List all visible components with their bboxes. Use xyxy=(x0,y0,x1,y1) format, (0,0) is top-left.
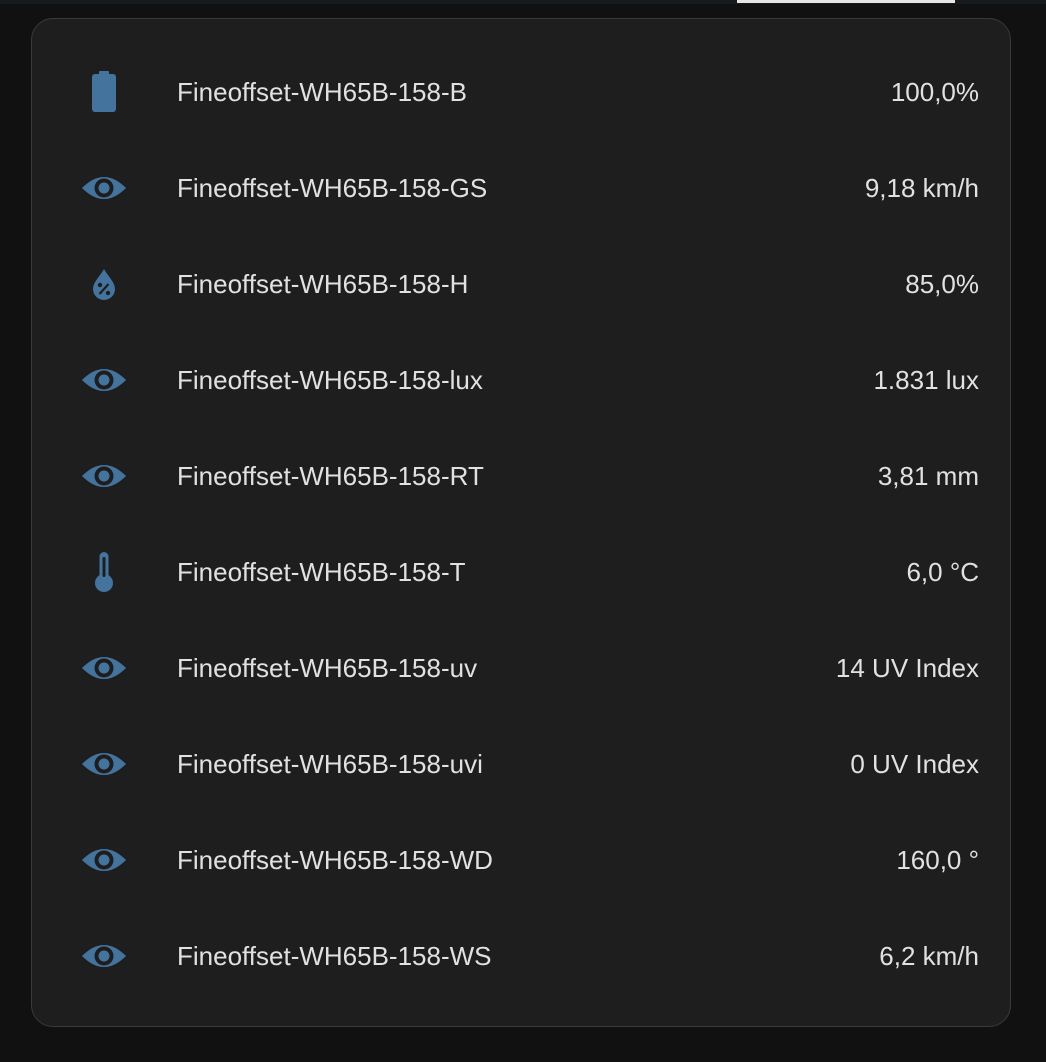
entity-row-humidity[interactable]: Fineoffset-WH65B-158-H 85,0% xyxy=(32,254,1012,314)
entity-state: 160,0 ° xyxy=(896,845,979,875)
entity-name: Fineoffset-WH65B-158-GS xyxy=(177,173,488,203)
entity-row-gust-speed[interactable]: Fineoffset-WH65B-158-GS 9,18 km/h xyxy=(32,158,1012,218)
entities-card: Fineoffset-WH65B-158-B 100,0% Fineoffset… xyxy=(31,18,1011,1027)
thermometer-icon xyxy=(76,548,132,596)
eye-icon xyxy=(76,356,132,404)
entity-name: Fineoffset-WH65B-158-uvi xyxy=(177,749,483,779)
eye-icon xyxy=(76,164,132,212)
entity-name: Fineoffset-WH65B-158-B xyxy=(177,77,467,107)
entity-name: Fineoffset-WH65B-158-T xyxy=(177,557,466,587)
water-percent-icon xyxy=(76,260,132,308)
entity-row-uvi[interactable]: Fineoffset-WH65B-158-uvi 0 UV Index xyxy=(32,734,1012,794)
eye-icon xyxy=(76,836,132,884)
entity-state: 85,0% xyxy=(905,269,979,299)
entity-name: Fineoffset-WH65B-158-uv xyxy=(177,653,478,683)
entity-state: 6,2 km/h xyxy=(879,941,979,971)
entity-name: Fineoffset-WH65B-158-lux xyxy=(177,365,483,395)
eye-icon xyxy=(76,452,132,500)
entity-state: 6,0 °C xyxy=(906,557,979,587)
entity-row-battery[interactable]: Fineoffset-WH65B-158-B 100,0% xyxy=(32,62,1012,122)
entity-name: Fineoffset-WH65B-158-H xyxy=(177,269,469,299)
entity-row-wind-direction[interactable]: Fineoffset-WH65B-158-WD 160,0 ° xyxy=(32,830,1012,890)
eye-icon xyxy=(76,740,132,788)
entity-row-uv[interactable]: Fineoffset-WH65B-158-uv 14 UV Index xyxy=(32,638,1012,698)
entity-name: Fineoffset-WH65B-158-WD xyxy=(177,845,493,875)
entity-name: Fineoffset-WH65B-158-RT xyxy=(177,461,484,491)
entity-row-wind-speed[interactable]: Fineoffset-WH65B-158-WS 6,2 km/h xyxy=(32,926,1012,986)
entity-state: 100,0% xyxy=(890,77,979,107)
entity-row-temperature[interactable]: Fineoffset-WH65B-158-T 6,0 °C xyxy=(32,542,1012,602)
entity-state: 1.831 lux xyxy=(873,365,979,395)
battery-icon xyxy=(76,68,132,116)
entity-state: 0 UV Index xyxy=(850,749,979,779)
entity-state: 14 UV Index xyxy=(835,653,979,683)
entity-row-lux[interactable]: Fineoffset-WH65B-158-lux 1.831 lux xyxy=(32,350,1012,410)
eye-icon xyxy=(76,644,132,692)
active-tab-indicator xyxy=(737,0,955,3)
entity-state: 3,81 mm xyxy=(877,461,979,491)
entity-state: 9,18 km/h xyxy=(864,173,979,203)
eye-icon xyxy=(76,932,132,980)
entity-row-rain-total[interactable]: Fineoffset-WH65B-158-RT 3,81 mm xyxy=(32,446,1012,506)
entity-name: Fineoffset-WH65B-158-WS xyxy=(177,941,492,971)
